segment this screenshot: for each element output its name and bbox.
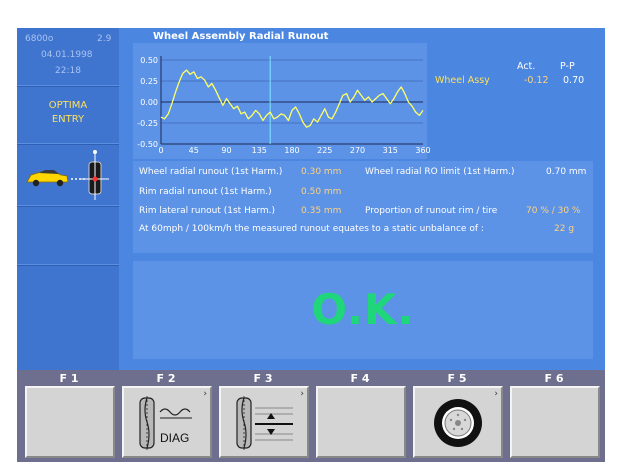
chart-x-tick-label: 0 [158, 146, 163, 155]
car-wheel-icon [26, 150, 109, 200]
chart-y-tick-label: -0.50 [137, 140, 158, 149]
chart-x-tick-label: 225 [317, 146, 332, 155]
status-panel: O.K. [133, 261, 593, 359]
top-frame [0, 0, 622, 28]
fkey-label-f6: F 6 [544, 372, 564, 385]
chart-x-tick-label: 270 [350, 146, 365, 155]
rim-radial-runout-label: Rim radial runout (1st Harm.) [139, 187, 272, 197]
fkey-label-f1: F 1 [59, 372, 79, 385]
chart-y-tick-label: 0.00 [140, 98, 158, 107]
status-ok-text: O.K. [311, 285, 415, 334]
chart-x-tick-label: 180 [284, 146, 299, 155]
fkey-label-f2: F 2 [156, 372, 176, 385]
f2-diag-button[interactable]: › DIAG [122, 386, 212, 458]
runout-chart: 0.50 0.25 0.00 -0.25 -0.500 45 90 135 180 225 270 3… [137, 56, 431, 155]
chart-x-tick-label: 135 [252, 146, 267, 155]
act-value: -0.12 [524, 75, 549, 86]
wheel-match-icon [236, 396, 293, 451]
f1-button[interactable] [25, 386, 115, 458]
sidebar-divider [17, 264, 119, 266]
date-display: 04.01.1998 [41, 50, 93, 60]
mode-line-2: ENTRY [51, 114, 85, 125]
runout-proportion-label: Proportion of runout rim / tire [365, 206, 498, 216]
chart-y-tick-label: 0.25 [140, 77, 158, 86]
chart-x-tick-label: 45 [189, 146, 199, 155]
runout-values-panel: Wheel radial runout (1st Harm.) 0.30 mm … [133, 161, 593, 253]
runout-trace-line [160, 69, 424, 128]
act-header: Act. [517, 61, 536, 72]
wheel-radial-runout-value: 0.30 mm [301, 167, 342, 177]
function-key-bar: F 1 F 2 F 3 F 4 F 5 F 6 › DIAG › › [17, 370, 605, 462]
pp-header: P-P [560, 61, 575, 72]
sidebar-divider [17, 85, 119, 87]
submenu-arrow-icon: › [494, 389, 498, 399]
tire-icon [434, 399, 482, 447]
chart-x-tick-label: 315 [383, 146, 398, 155]
fkey-label-f4: F 4 [350, 372, 370, 385]
sidebar-divider [17, 143, 119, 145]
program-code: 6800o [25, 34, 54, 44]
f5-wheel-button[interactable]: › [413, 386, 503, 458]
wheel-assy-label: Wheel Assy [435, 75, 490, 86]
rim-lateral-runout-label: Rim lateral runout (1st Harm.) [139, 206, 276, 216]
f4-button[interactable] [316, 386, 406, 458]
rim-radial-runout-value: 0.50 mm [301, 187, 342, 197]
wheel-radial-limit-value: 0.70 mm [546, 167, 587, 177]
f6-button[interactable] [510, 386, 600, 458]
main-panel: Wheel Assembly Radial Runout 0.50 0.25 0.0… [119, 28, 605, 370]
static-unbalance-label: At 60mph / 100km/h the measured runout e… [139, 224, 484, 234]
chart-x-tick-label: 360 [415, 146, 430, 155]
diag-icon-text: DIAG [160, 431, 189, 445]
fkey-label-f3: F 3 [253, 372, 273, 385]
chart-y-tick-label: -0.25 [137, 119, 158, 128]
fkey-label-f5: F 5 [447, 372, 467, 385]
mode-line-1: OPTIMA [48, 100, 88, 111]
sidebar: 6800o 2.9 04.01.1998 22:18 OPTIMA ENTRY [17, 28, 119, 370]
pp-value: 0.70 [563, 75, 585, 86]
wheel-radial-runout-label: Wheel radial runout (1st Harm.) [139, 167, 283, 177]
submenu-arrow-icon: › [300, 389, 304, 399]
chart-y-tick-label: 0.50 [140, 56, 158, 65]
static-unbalance-value: 22 g [554, 224, 575, 234]
chart-x-tick-label: 90 [221, 146, 231, 155]
runout-proportion-value: 70 % / 30 % [526, 206, 581, 216]
wheel-radial-limit-label: Wheel radial RO limit (1st Harm.) [365, 167, 515, 177]
wheel-diagnosis-icon: DIAG [139, 396, 192, 451]
software-version: 2.9 [97, 34, 112, 44]
screen: 6800o 2.9 04.01.1998 22:18 OPTIMA ENTRY … [0, 0, 622, 462]
submenu-arrow-icon: › [203, 389, 207, 399]
time-display: 22:18 [55, 66, 81, 76]
rim-lateral-runout-value: 0.35 mm [301, 206, 342, 216]
f3-rim-button[interactable]: › [219, 386, 309, 458]
sidebar-divider [17, 205, 119, 207]
